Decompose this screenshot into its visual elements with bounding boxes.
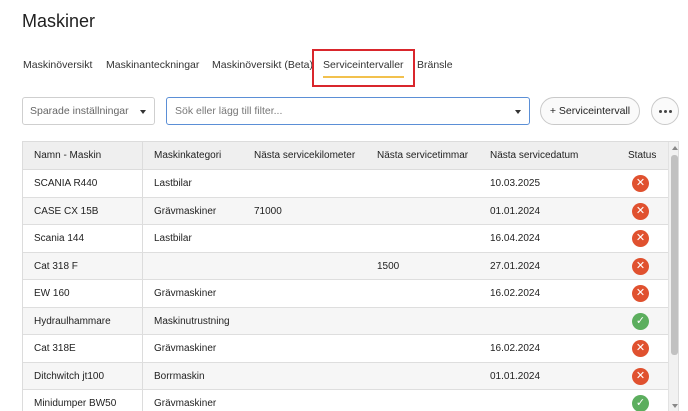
status-error-icon: ✕ bbox=[632, 175, 649, 192]
status-error-icon: ✕ bbox=[632, 202, 649, 220]
table-row[interactable]: Ditchwitch jt100 Borrmaskin 01.01.2024 ✕ bbox=[23, 362, 668, 390]
status-ok-icon: ✓ bbox=[632, 395, 649, 411]
column-divider bbox=[142, 225, 143, 252]
more-horizontal-icon bbox=[659, 110, 662, 113]
status-error-icon: ✕ bbox=[632, 367, 649, 385]
more-horizontal-icon bbox=[669, 110, 672, 113]
cell-name: Ditchwitch jt100 bbox=[34, 370, 105, 382]
cell-date: 10.03.2025 bbox=[490, 178, 541, 189]
column-header-hours[interactable]: Nästa servicetimmar bbox=[377, 150, 468, 161]
cell-name: Cat 318 F bbox=[34, 260, 78, 272]
column-divider bbox=[142, 252, 143, 279]
status-error-icon: ✕ bbox=[632, 285, 649, 302]
tab-maskinoversikt[interactable]: Maskinöversikt bbox=[23, 59, 92, 71]
status-ok-icon: ✓ bbox=[632, 312, 649, 330]
column-header-category[interactable]: Maskinkategori bbox=[154, 150, 221, 161]
cell-date: 27.01.2024 bbox=[490, 260, 541, 272]
cell-date: 01.01.2024 bbox=[490, 205, 541, 217]
cell-date: 01.01.2024 bbox=[490, 370, 541, 382]
scroll-down-icon[interactable] bbox=[672, 404, 678, 408]
column-divider bbox=[142, 170, 143, 197]
status-error-icon: ✕ bbox=[632, 230, 649, 247]
status-error-icon: ✕ bbox=[632, 257, 649, 275]
add-service-interval-button[interactable]: + Serviceintervall bbox=[540, 97, 640, 125]
column-header-name[interactable]: Namn - Maskin bbox=[34, 150, 101, 161]
tab-serviceintervaller[interactable]: Serviceintervaller bbox=[323, 59, 404, 78]
table-row[interactable]: EW 160 Grävmaskiner 16.02.2024 ✕ bbox=[23, 280, 668, 308]
cell-name: Scania 144 bbox=[34, 233, 85, 244]
cell-category: Grävmaskiner bbox=[154, 343, 217, 354]
table-row[interactable]: Hydraulhammare Maskinutrustning ✓ bbox=[23, 307, 668, 335]
column-header-km[interactable]: Nästa servicekilometer bbox=[254, 150, 355, 161]
table-row[interactable]: Cat 318 F 1500 27.01.2024 ✕ bbox=[23, 252, 668, 280]
column-divider bbox=[142, 280, 143, 307]
cell-category: Lastbilar bbox=[154, 233, 192, 244]
column-divider bbox=[142, 362, 143, 389]
search-placeholder: Sök eller lägg till filter... bbox=[175, 105, 283, 117]
cell-date: 16.02.2024 bbox=[490, 343, 541, 354]
cell-name: SCANIA R440 bbox=[34, 178, 98, 189]
cell-hours: 1500 bbox=[377, 260, 400, 272]
table-header: Namn - Maskin Maskinkategori Nästa servi… bbox=[23, 142, 668, 170]
cell-name: CASE CX 15B bbox=[34, 205, 99, 217]
tab-bransle[interactable]: Bränsle bbox=[417, 59, 453, 71]
saved-settings-label: Sparade inställningar bbox=[30, 105, 129, 117]
table-row[interactable]: Scania 144 Lastbilar 16.04.2024 ✕ bbox=[23, 225, 668, 253]
cell-name: Hydraulhammare bbox=[34, 315, 111, 327]
chevron-down-icon bbox=[140, 110, 146, 114]
cell-category: Grävmaskiner bbox=[154, 288, 217, 299]
more-options-button[interactable] bbox=[651, 97, 679, 125]
column-header-date[interactable]: Nästa servicedatum bbox=[490, 150, 578, 161]
saved-settings-dropdown[interactable]: Sparade inställningar bbox=[22, 97, 155, 125]
search-input[interactable]: Sök eller lägg till filter... bbox=[166, 97, 530, 125]
tab-maskinanteckningar[interactable]: Maskinanteckningar bbox=[106, 59, 199, 71]
status-error-icon: ✕ bbox=[632, 340, 649, 357]
column-divider bbox=[142, 335, 143, 362]
table-row[interactable]: Minidumper BW50 Grävmaskiner ✓ bbox=[23, 390, 668, 411]
cell-name: EW 160 bbox=[34, 288, 70, 299]
chevron-down-icon[interactable] bbox=[515, 110, 521, 114]
cell-date: 16.04.2024 bbox=[490, 233, 541, 244]
cell-category: Grävmaskiner bbox=[154, 205, 217, 217]
column-header-status[interactable]: Status bbox=[628, 150, 656, 161]
cell-name: Minidumper BW50 bbox=[34, 398, 117, 409]
column-divider bbox=[142, 390, 143, 411]
column-divider bbox=[142, 197, 143, 224]
table-row[interactable]: SCANIA R440 Lastbilar 10.03.2025 ✕ bbox=[23, 170, 668, 198]
tab-maskinoversikt-beta[interactable]: Maskinöversikt (Beta) bbox=[212, 59, 313, 71]
cell-category: Grävmaskiner bbox=[154, 398, 217, 409]
cell-name: Cat 318E bbox=[34, 343, 76, 354]
table-row[interactable]: CASE CX 15B Grävmaskiner 71000 01.01.2024 ✕ bbox=[23, 197, 668, 225]
scroll-up-icon[interactable] bbox=[672, 146, 678, 150]
service-table: Namn - Maskin Maskinkategori Nästa servi… bbox=[22, 141, 679, 411]
cell-km: 71000 bbox=[254, 205, 282, 217]
cell-category: Borrmaskin bbox=[154, 370, 205, 382]
column-divider bbox=[142, 307, 143, 334]
page-title: Maskiner bbox=[22, 11, 96, 31]
table-row[interactable]: Cat 318E Grävmaskiner 16.02.2024 ✕ bbox=[23, 335, 668, 363]
more-horizontal-icon bbox=[664, 110, 667, 113]
column-divider bbox=[142, 142, 143, 169]
cell-date: 16.02.2024 bbox=[490, 288, 541, 299]
cell-category: Maskinutrustning bbox=[154, 315, 230, 327]
cell-category: Lastbilar bbox=[154, 178, 192, 189]
vertical-scrollbar[interactable] bbox=[668, 142, 678, 411]
scrollbar-thumb[interactable] bbox=[671, 155, 678, 355]
